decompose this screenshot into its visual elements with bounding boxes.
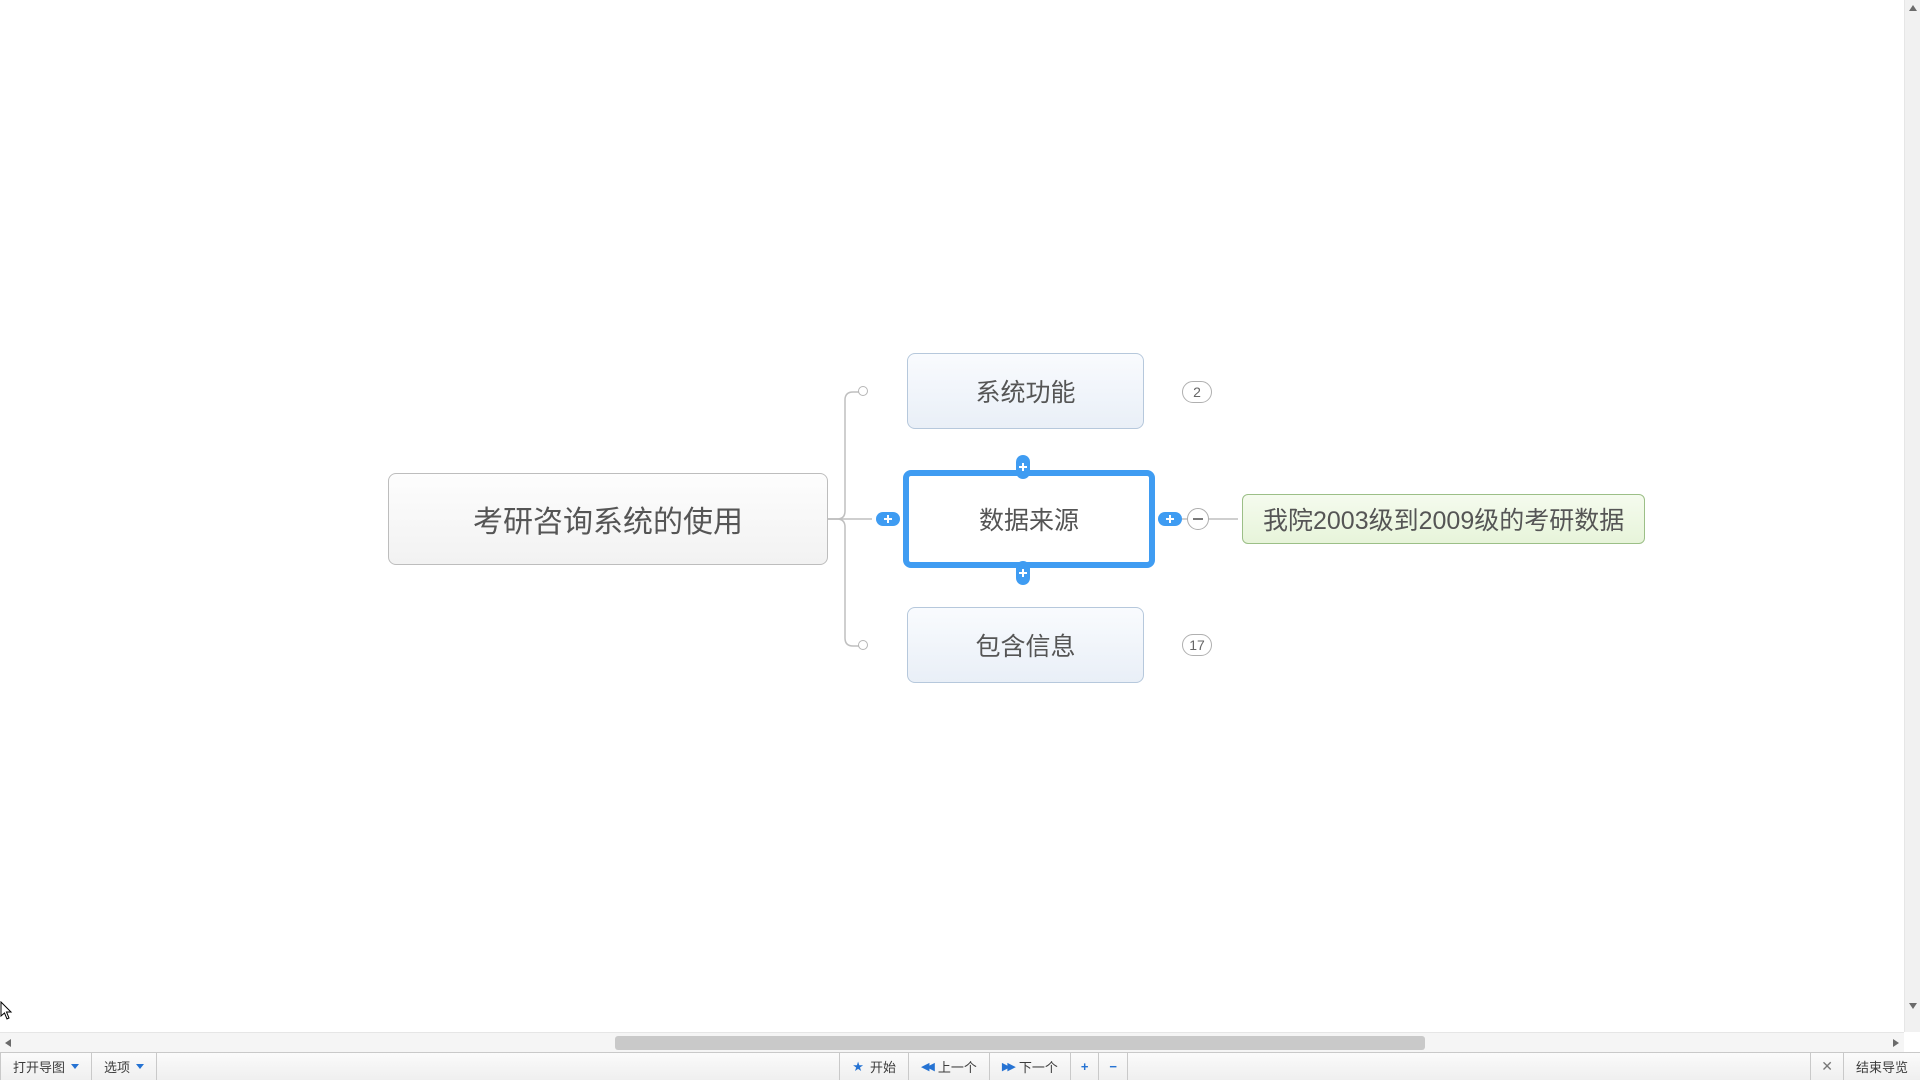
root-node-label: 考研咨询系统的使用	[473, 497, 743, 541]
root-node[interactable]: 考研咨询系统的使用	[388, 473, 828, 565]
scroll-up-arrow[interactable]	[1905, 0, 1920, 16]
options-dropdown[interactable]: 选项	[92, 1053, 157, 1080]
connector-dot	[858, 640, 868, 650]
vertical-scrollbar[interactable]	[1904, 0, 1920, 1032]
leaf-node-data-range[interactable]: 我院2003级到2009级的考研数据	[1242, 494, 1645, 544]
dropdown-icon	[136, 1064, 144, 1069]
add-child-top-handle[interactable]	[1016, 455, 1030, 479]
navigation-toolbar: 打开导图 选项 ★ 开始 ◀◀ 上一个 ▶▶ 下一个 + − ✕	[0, 1052, 1920, 1080]
plus-icon: +	[1081, 1059, 1089, 1074]
leaf-node-label: 我院2003级到2009级的考研数据	[1263, 501, 1624, 537]
child-node-datasrc[interactable]: 数据来源	[903, 470, 1155, 568]
child-node-label: 数据来源	[979, 501, 1079, 537]
collapse-toggle[interactable]	[1187, 508, 1209, 530]
child-node-sysfunc[interactable]: 系统功能	[907, 353, 1144, 429]
add-sibling-right-handle[interactable]	[1158, 512, 1182, 526]
scroll-right-arrow[interactable]	[1888, 1035, 1904, 1051]
horizontal-scroll-thumb[interactable]	[615, 1036, 1425, 1050]
forward-icon: ▶▶	[1002, 1060, 1013, 1073]
scroll-down-arrow[interactable]	[1905, 998, 1920, 1014]
prev-button[interactable]: ◀◀ 上一个	[909, 1053, 990, 1080]
child-node-label: 包含信息	[975, 627, 1075, 663]
options-label: 选项	[104, 1057, 130, 1076]
horizontal-scrollbar[interactable]	[0, 1032, 1904, 1052]
zoom-in-button[interactable]: +	[1071, 1053, 1100, 1080]
minus-icon: −	[1109, 1059, 1117, 1074]
dropdown-icon	[71, 1064, 79, 1069]
start-button[interactable]: ★ 开始	[839, 1053, 909, 1080]
scroll-left-arrow[interactable]	[0, 1035, 16, 1051]
open-map-label: 打开导图	[13, 1057, 65, 1076]
close-icon: ✕	[1821, 1058, 1833, 1075]
star-icon: ★	[852, 1059, 864, 1075]
open-map-dropdown[interactable]: 打开导图	[0, 1053, 92, 1080]
add-sibling-left-handle[interactable]	[876, 512, 900, 526]
collapsed-count-value: 2	[1193, 384, 1201, 400]
add-child-bottom-handle[interactable]	[1016, 561, 1030, 585]
next-label: 下一个	[1019, 1057, 1058, 1076]
start-label: 开始	[870, 1057, 896, 1076]
collapsed-count-badge[interactable]: 17	[1182, 634, 1212, 656]
collapsed-count-value: 17	[1189, 637, 1205, 653]
connector-dot	[858, 386, 868, 396]
close-nav-button[interactable]: ✕	[1810, 1053, 1844, 1080]
zoom-out-button[interactable]: −	[1099, 1053, 1128, 1080]
collapsed-count-badge[interactable]: 2	[1182, 381, 1212, 403]
mouse-cursor	[0, 1001, 14, 1021]
rewind-icon: ◀◀	[921, 1060, 932, 1073]
end-navigation-button[interactable]: 结束导览	[1844, 1053, 1920, 1080]
child-node-contains[interactable]: 包含信息	[907, 607, 1144, 683]
end-navigation-label: 结束导览	[1856, 1057, 1908, 1076]
child-node-label: 系统功能	[975, 373, 1075, 409]
mindmap-canvas[interactable]: 考研咨询系统的使用 系统功能 2 数据来源 我院2003级到2009级的考研数据…	[0, 0, 1904, 1032]
next-button[interactable]: ▶▶ 下一个	[990, 1053, 1071, 1080]
prev-label: 上一个	[938, 1057, 977, 1076]
